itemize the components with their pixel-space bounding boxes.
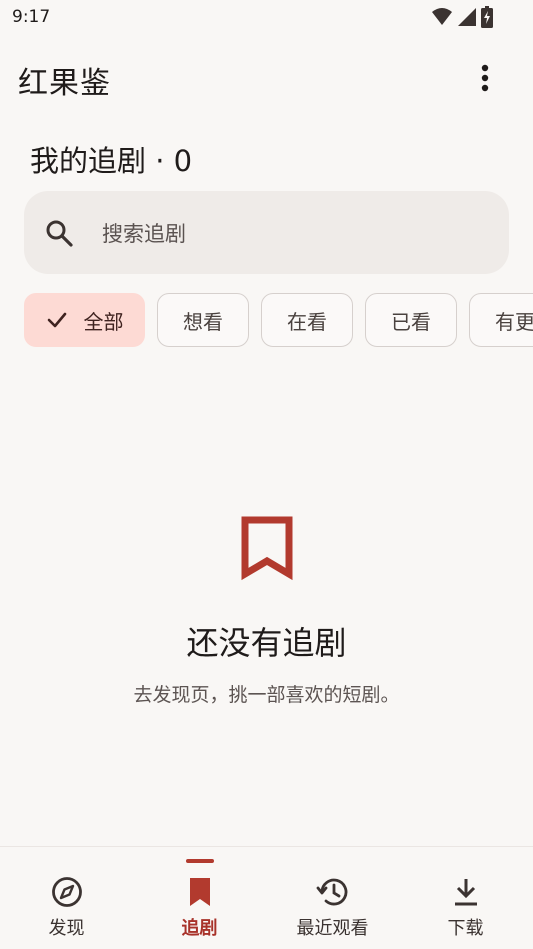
empty-state-subtitle: 去发现页，挑一部喜欢的短剧。	[133, 684, 400, 706]
section-title: 我的追剧 · 0	[30, 144, 193, 178]
nav-item-discover[interactable]: 发现	[0, 847, 133, 949]
compass-icon	[51, 877, 82, 907]
filter-chips: 全部 想看 在看 已看 有更	[0, 293, 533, 351]
filter-chip-all[interactable]: 全部	[24, 293, 145, 347]
filter-chip-label: 有更	[495, 309, 533, 334]
check-icon	[47, 312, 66, 328]
download-icon	[454, 879, 477, 906]
bottom-navigation: 发现 追剧 最近观看 下载	[0, 846, 533, 949]
status-icons	[431, 6, 493, 28]
filter-chip-label: 全部	[83, 309, 124, 334]
nav-label: 追剧	[181, 918, 218, 939]
nav-item-download[interactable]: 下载	[399, 847, 532, 949]
status-time: 9:17	[12, 7, 51, 27]
filter-chip-updated[interactable]: 有更	[469, 293, 533, 347]
signal-icon	[458, 8, 476, 26]
filter-chip-label: 想看	[183, 309, 223, 334]
app-bar: 红果鉴	[0, 44, 533, 108]
battery-icon	[481, 6, 493, 28]
app-title: 红果鉴	[18, 66, 111, 101]
active-indicator	[185, 859, 214, 863]
filter-chip-label: 已看	[391, 309, 431, 334]
nav-item-history[interactable]: 最近观看	[266, 847, 399, 949]
history-icon	[316, 878, 347, 906]
status-bar: 9:17	[0, 0, 533, 36]
wifi-icon	[432, 8, 452, 25]
search-icon	[46, 220, 73, 247]
nav-label: 下载	[447, 918, 484, 939]
nav-label: 最近观看	[296, 918, 369, 939]
nav-item-following[interactable]: 追剧	[133, 847, 266, 949]
filter-chip-watched[interactable]: 已看	[365, 293, 457, 347]
search-bar[interactable]	[24, 191, 509, 274]
more-options-button[interactable]	[471, 62, 499, 94]
filter-chip-watching[interactable]: 在看	[261, 293, 353, 347]
bookmark-icon	[241, 516, 293, 581]
more-vert-icon	[481, 64, 489, 92]
search-input[interactable]	[100, 213, 484, 255]
empty-state-title: 还没有追剧	[186, 624, 347, 662]
nav-label: 发现	[48, 918, 85, 939]
filter-chip-want[interactable]: 想看	[157, 293, 249, 347]
filter-chip-label: 在看	[287, 309, 327, 334]
bookmark-icon	[189, 878, 210, 906]
